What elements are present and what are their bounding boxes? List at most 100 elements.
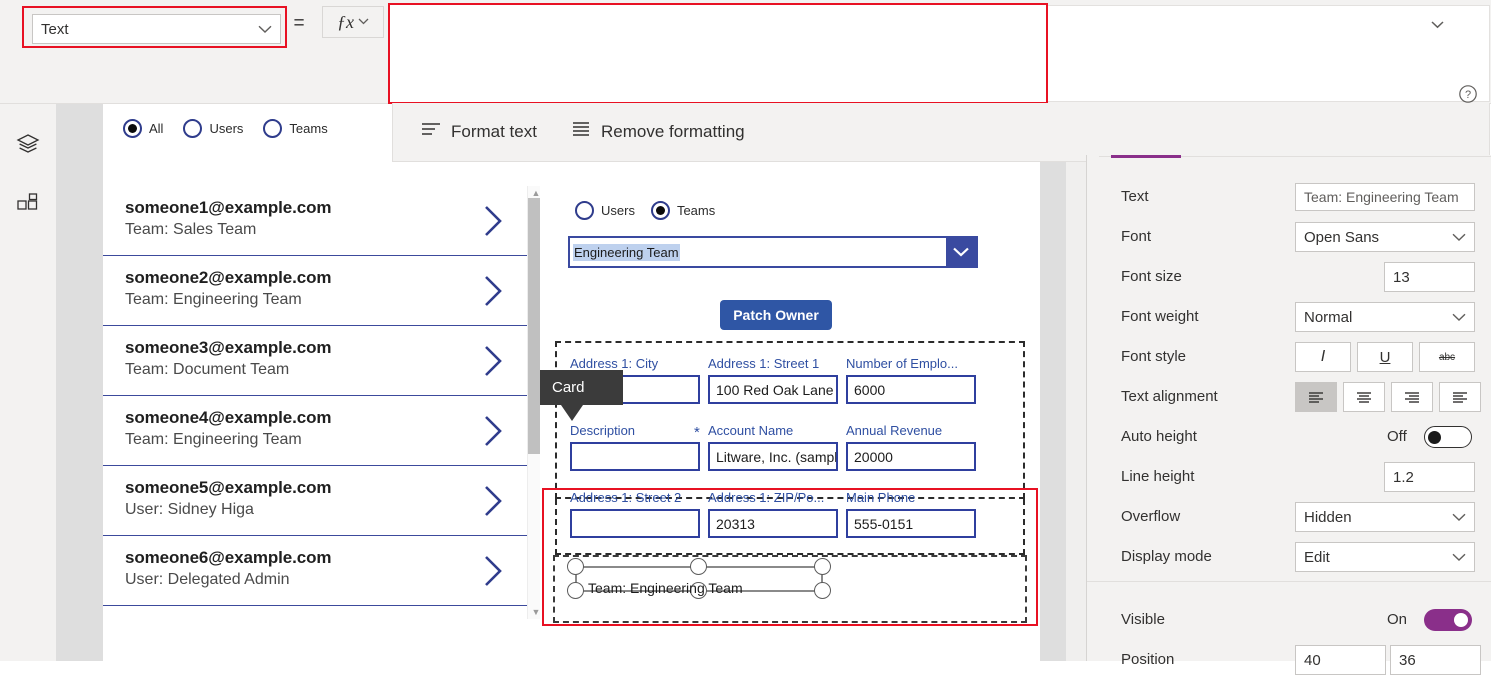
owner-type-teams[interactable]: Teams [650,201,716,220]
chevron-right-icon[interactable] [481,414,505,448]
chevron-down-icon [1452,309,1466,326]
font-style-underline-button[interactable]: U [1357,342,1413,372]
gallery-item[interactable]: someone2@example.com Team: Engineering Te… [103,256,533,326]
property-select[interactable]: Normal [1295,302,1475,332]
format-text-label: Format text [451,121,537,141]
layers-tree-view-icon[interactable] [12,128,44,160]
form-field-input[interactable]: 20313 [708,509,838,538]
form-field-input[interactable] [570,442,700,471]
position-y-input[interactable]: 36 [1390,645,1481,675]
form-field-input[interactable]: 100 Red Oak Lane [708,375,838,404]
format-text-icon [421,121,441,142]
gallery-filter-all[interactable]: All [123,119,163,138]
chevron-right-icon[interactable] [481,484,505,518]
property-select[interactable]: Hidden [1295,502,1475,532]
gallery-item[interactable]: someone4@example.com Team: Engineering Te… [103,396,533,466]
chevron-right-icon[interactable] [481,274,505,308]
text-align-right-button[interactable] [1391,382,1433,412]
help-icon[interactable]: ? [1458,84,1478,104]
combobox-chevron-down-icon[interactable] [946,238,976,266]
property-label: Display mode [1121,548,1212,565]
resize-handle-se[interactable] [814,582,831,599]
font-style-italic-button[interactable]: I [1295,342,1351,372]
property-label: Font [1121,228,1152,245]
gallery-filter-teams[interactable]: Teams [263,119,328,138]
form-field: Address 1: ZIP/Po... 20313 [708,490,838,538]
radio-circle-icon[interactable] [575,201,594,220]
resize-handle-sw[interactable] [567,582,584,599]
formula-expand-chevron-icon[interactable] [1431,18,1451,36]
resize-handle-ne[interactable] [814,558,831,575]
gallery-item-title: someone1@example.com [125,198,332,217]
property-selector[interactable]: Text [32,14,281,44]
gallery-item[interactable]: someone6@example.com User: Delegated Admi… [103,536,533,606]
property-label: Line height [1121,468,1195,485]
property-select[interactable]: Open Sans [1295,222,1475,252]
toggle-switch[interactable] [1424,609,1472,631]
property-select[interactable]: Edit [1295,542,1475,572]
insert-components-icon[interactable] [12,188,44,220]
gallery-item[interactable]: someone3@example.com Team: Document Team [103,326,533,396]
property-label: Font weight [1121,308,1199,325]
resize-handle-n[interactable] [690,558,707,575]
radio-circle-icon[interactable] [183,119,203,138]
fx-function-button[interactable]: ƒx [322,6,384,38]
radio-circle-icon[interactable] [263,119,283,138]
form-field-input[interactable]: 555-0151 [846,509,976,538]
form-field-label: Account Name * [694,423,794,441]
remove-formatting-button[interactable]: Remove formatting [571,121,745,142]
gallery-item-list[interactable]: someone1@example.com Team: Sales Team some… [103,186,533,619]
property-number-input[interactable]: 13 [1384,262,1475,292]
form-field-label: Description [570,423,636,438]
property-select-value: Open Sans [1304,228,1380,246]
gallery-panel: All Users Teams someone1@example.com Team: … [103,103,544,661]
gallery-item-subtitle: Team: Engineering Team [125,431,302,448]
radio-label: Teams [676,203,716,218]
property-row-position: Position 40 36 [1087,640,1491,680]
property-label: Auto height [1121,428,1197,445]
gallery-filter-radio-group[interactable]: All Users Teams [123,119,344,138]
radio-circle-icon[interactable] [123,119,142,138]
form-field-input[interactable] [570,509,700,538]
chevron-right-icon[interactable] [481,344,505,378]
position-x-input[interactable]: 40 [1295,645,1386,675]
form-field-input[interactable]: 6000 [846,375,976,404]
font-style-strikethrough-button[interactable]: abc [1419,342,1475,372]
text-align-left-button[interactable] [1295,382,1337,412]
property-label: Visible [1121,611,1165,628]
property-number-input[interactable]: 1.2 [1384,462,1475,492]
form-field: Number of Emplo... 6000 [846,356,976,404]
text-align-justify-button[interactable] [1439,382,1481,412]
owner-combobox[interactable]: Engineering Team [568,236,978,268]
toggle-knob [1428,430,1441,444]
owner-type-radio-group[interactable]: Users Teams [575,201,731,220]
gallery-item-title: someone3@example.com [125,338,332,357]
text-align-center-button[interactable] [1343,382,1385,412]
chevron-right-icon[interactable] [481,554,505,588]
gallery-item[interactable]: someone5@example.com User: Sidney Higa [103,466,533,536]
detail-panel: Users Teams Engineering Team Patch Owner … [540,103,1040,661]
radio-label: All [149,121,164,136]
patch-owner-button[interactable]: Patch Owner [720,300,832,330]
property-row-font: Font Open Sans [1087,217,1491,257]
format-text-button[interactable]: Format text [421,121,537,142]
property-row-font-weight: Font weight Normal [1087,297,1491,337]
gallery-item-subtitle: User: Sidney Higa [125,501,254,518]
gallery-item-subtitle: User: Delegated Admin [125,571,290,588]
resize-handle-nw[interactable] [567,558,584,575]
gallery-item[interactable]: someone1@example.com Team: Sales Team [103,186,533,256]
radio-circle-icon[interactable] [650,201,670,220]
form-field-input[interactable]: 20000 [846,442,976,471]
form-field-label: Address 1: City [570,356,659,371]
gallery-filter-users[interactable]: Users [183,119,243,138]
form-field: Address 1: Street 2 [570,490,700,538]
property-row-font-size: Font size 13 [1087,257,1491,297]
card-tooltip: Card [540,370,623,405]
toggle-switch[interactable] [1424,426,1472,448]
chevron-right-icon[interactable] [481,204,505,238]
gallery-item-title: someone5@example.com [125,478,332,497]
form-field: Account Name * Litware, Inc. (sample) [694,423,838,471]
form-field-input[interactable]: Litware, Inc. (sample) [708,442,838,471]
owner-type-users[interactable]: Users [575,201,635,220]
svg-text:?: ? [1465,89,1471,101]
